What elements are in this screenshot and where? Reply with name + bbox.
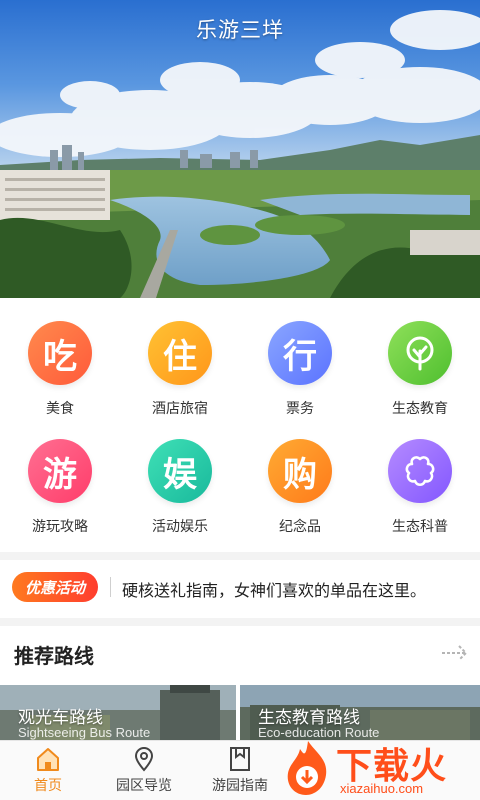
- category-grid: 吃 美食 住 酒店旅宿 行 票务 生态教育 游 游玩攻略 娱 活动娱乐 购 纪念…: [0, 306, 480, 552]
- section-divider: [0, 618, 480, 626]
- tab-label: 游园指南: [212, 777, 268, 793]
- grid-item-label: 票务: [286, 400, 314, 416]
- hero-landscape-image: [0, 0, 480, 298]
- grid-item-label: 游玩攻略: [32, 518, 88, 534]
- promo-text: 硬核送礼指南，女神们喜欢的单品在这里。: [122, 583, 427, 600]
- grid-item-eco-science[interactable]: 生态科普: [360, 424, 480, 542]
- tab-label: 园区导览: [116, 777, 172, 793]
- grid-item-label: 酒店旅宿: [152, 400, 208, 416]
- arrow-right-icon[interactable]: [440, 641, 470, 665]
- tab-park-map[interactable]: 园区导览: [96, 741, 192, 800]
- hero-banner[interactable]: 乐游三垟: [0, 0, 480, 298]
- app-title: 乐游三垟: [196, 19, 284, 42]
- grid-item-label: 纪念品: [279, 518, 321, 534]
- grid-item-eco-education[interactable]: 生态教育: [360, 306, 480, 424]
- grid-item-label: 活动娱乐: [152, 518, 208, 534]
- grid-item-label: 生态科普: [392, 518, 448, 534]
- promo-banner[interactable]: 优惠活动 硬核送礼指南，女神们喜欢的单品在这里。: [0, 560, 480, 614]
- travel-icon: 行: [268, 321, 332, 385]
- eat-icon: 吃: [28, 321, 92, 385]
- tab-home[interactable]: 首页: [0, 741, 96, 800]
- promo-separator: [110, 577, 111, 597]
- section-divider: [0, 552, 480, 560]
- tab-label: 首页: [34, 777, 62, 793]
- tab-visit-guide[interactable]: 游园指南: [192, 741, 288, 800]
- grid-item-hotel[interactable]: 住 酒店旅宿: [120, 306, 240, 424]
- tree-icon: [388, 321, 452, 385]
- route-card-bus[interactable]: 观光车路线 Sightseeing Bus Route: [0, 685, 236, 740]
- watermark-url: xiazaihuo.com: [340, 781, 424, 796]
- stay-icon: 住: [148, 321, 212, 385]
- grid-item-tickets[interactable]: 行 票务: [240, 306, 360, 424]
- grid-item-souvenir[interactable]: 购 纪念品: [240, 424, 360, 542]
- grid-item-food[interactable]: 吃 美食: [0, 306, 120, 424]
- promo-badge: 优惠活动: [12, 572, 98, 602]
- entertainment-icon: 娱: [148, 439, 212, 503]
- section-title-routes: 推荐路线: [14, 646, 94, 668]
- home-icon: [37, 748, 59, 771]
- grid-item-label: 生态教育: [392, 400, 448, 416]
- play-icon: 游: [28, 439, 92, 503]
- bookmark-icon: [230, 747, 250, 771]
- grid-item-guide[interactable]: 游 游玩攻略: [0, 424, 120, 542]
- grid-item-entertainment[interactable]: 娱 活动娱乐: [120, 424, 240, 542]
- grid-item-label: 美食: [46, 400, 74, 416]
- route-card-eco[interactable]: 生态教育路线 Eco-education Route: [240, 685, 480, 740]
- flower-icon: [388, 439, 452, 503]
- watermark-logo: 下载火 xiazaihuo.com: [280, 735, 480, 800]
- location-pin-icon: [134, 747, 154, 772]
- shopping-icon: 购: [268, 439, 332, 503]
- fire-logo-icon: [287, 741, 327, 795]
- route-card-subtitle: Sightseeing Bus Route: [18, 725, 151, 740]
